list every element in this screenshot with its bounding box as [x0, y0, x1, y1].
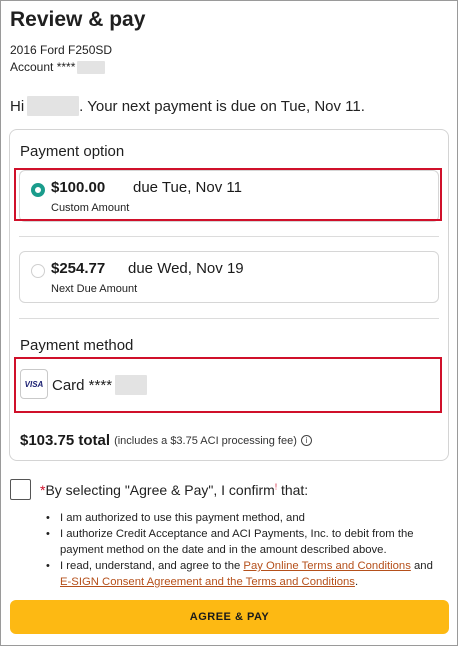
highlight-box	[14, 357, 442, 413]
vehicle-name: 2016 Ford F250SD	[10, 43, 113, 57]
pay-online-terms-link[interactable]: Pay Online Terms and Conditions	[243, 560, 410, 572]
terms-list: I am authorized to use this payment meth…	[44, 510, 444, 590]
info-icon[interactable]: i	[300, 435, 312, 446]
fee-note: (includes a $3.75 ACI processing fee)	[114, 434, 297, 447]
account-number: Account ****	[10, 60, 106, 74]
greeting-line: Hi . Your next payment is due on Tue, No…	[10, 96, 365, 116]
option-subtext: Next Due Amount	[51, 283, 138, 295]
esign-consent-link[interactable]: E-SIGN Consent Agreement and the Terms a…	[60, 576, 355, 588]
total-line: $103.75 total (includes a $3.75 ACI proc…	[20, 432, 312, 449]
list-item: I authorize Credit Acceptance and ACI Pa…	[44, 526, 444, 558]
total-amount: $103.75 total	[20, 432, 111, 449]
option-amount: $254.77	[51, 260, 106, 277]
list-item: I read, understand, and agree to the Pay…	[44, 558, 444, 590]
option-due-date: due Wed, Nov 19	[128, 260, 244, 277]
terms-text: .	[354, 576, 359, 588]
account-label: Account ****	[10, 60, 76, 74]
confirm-statement: *By selecting "Agree & Pay", I confirm! …	[40, 482, 308, 498]
agree-pay-button[interactable]: AGREE & PAY	[10, 600, 449, 634]
payment-option-next-due[interactable]: $254.77 due Wed, Nov 19 Next Due Amount	[19, 251, 439, 303]
confirm-text-end: that:	[277, 482, 309, 498]
page-title: Review & pay	[10, 8, 146, 31]
list-item: I am authorized to use this payment meth…	[44, 510, 444, 526]
account-redaction	[77, 60, 106, 74]
payment-option-label: Payment option	[20, 143, 125, 160]
highlight-box	[14, 168, 442, 221]
radio-unselected-icon[interactable]	[31, 264, 45, 278]
agree-checkbox[interactable]	[10, 479, 31, 500]
greeting-message: . Your next payment is due on Tue, Nov 1…	[79, 97, 365, 115]
payment-method-label: Payment method	[20, 337, 134, 354]
divider	[19, 318, 439, 319]
terms-text: I read, understand, and agree to the	[60, 560, 244, 572]
greeting-prefix: Hi	[10, 97, 25, 115]
name-redaction	[27, 96, 80, 116]
divider	[19, 236, 439, 237]
terms-text: and	[410, 560, 433, 572]
confirm-text: By selecting "Agree & Pay", I confirm	[45, 482, 275, 498]
